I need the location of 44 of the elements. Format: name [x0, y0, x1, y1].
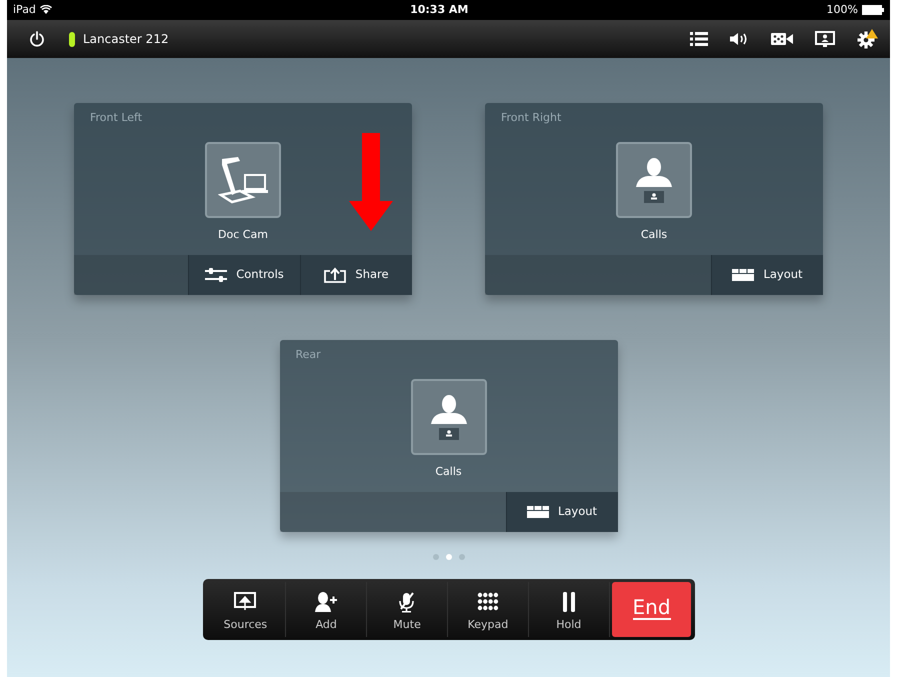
controls-button[interactable]: Controls [188, 255, 300, 295]
document-camera-icon [218, 154, 268, 204]
source-tile[interactable] [616, 142, 692, 218]
presentation-screen-icon[interactable] [815, 31, 835, 47]
screen-upload-icon [234, 592, 256, 612]
person-icon [636, 156, 672, 202]
keypad-icon [476, 592, 499, 612]
device-name: iPad [13, 2, 36, 18]
room-name: Lancaster 212 [83, 31, 169, 48]
clock-time: 10:33 AM [410, 2, 468, 18]
share-icon [324, 267, 346, 283]
sources-button[interactable]: Sources [206, 582, 286, 637]
layout-button[interactable]: Layout [506, 492, 618, 532]
battery-icon [862, 4, 884, 15]
share-button[interactable]: Share [300, 255, 412, 295]
page-indicator-dot[interactable] [446, 554, 452, 560]
keypad-button[interactable]: Keypad [448, 582, 529, 637]
settings-icon[interactable] [857, 29, 878, 49]
add-button[interactable]: Add [286, 582, 368, 637]
layout-icon [526, 506, 549, 518]
source-label: Calls [640, 226, 668, 242]
wifi-icon [40, 5, 52, 14]
layout-button[interactable]: Layout [711, 255, 823, 295]
source-label: Calls [435, 464, 462, 480]
source-tile[interactable] [410, 378, 486, 454]
volume-icon[interactable] [730, 32, 749, 46]
page-indicator-dot[interactable] [432, 554, 438, 560]
end-call-button[interactable]: End [612, 582, 692, 637]
add-person-icon [315, 592, 338, 612]
video-camera-icon[interactable] [771, 32, 793, 46]
battery-percentage: 100% [826, 2, 858, 18]
page-indicator-dot[interactable] [458, 554, 464, 560]
sliders-icon [205, 267, 228, 283]
panel-title: Front Left [89, 110, 144, 126]
hold-button[interactable]: Hold [528, 582, 610, 637]
source-tile[interactable] [205, 142, 281, 218]
panel-title: Front Right [500, 110, 562, 126]
layout-icon [732, 269, 754, 281]
power-icon[interactable] [29, 31, 45, 47]
list-icon[interactable] [690, 32, 708, 46]
source-label: Doc Cam [218, 226, 268, 242]
person-icon [430, 394, 466, 440]
panel-title: Rear [294, 347, 322, 363]
mute-button[interactable]: Mute [367, 582, 448, 637]
